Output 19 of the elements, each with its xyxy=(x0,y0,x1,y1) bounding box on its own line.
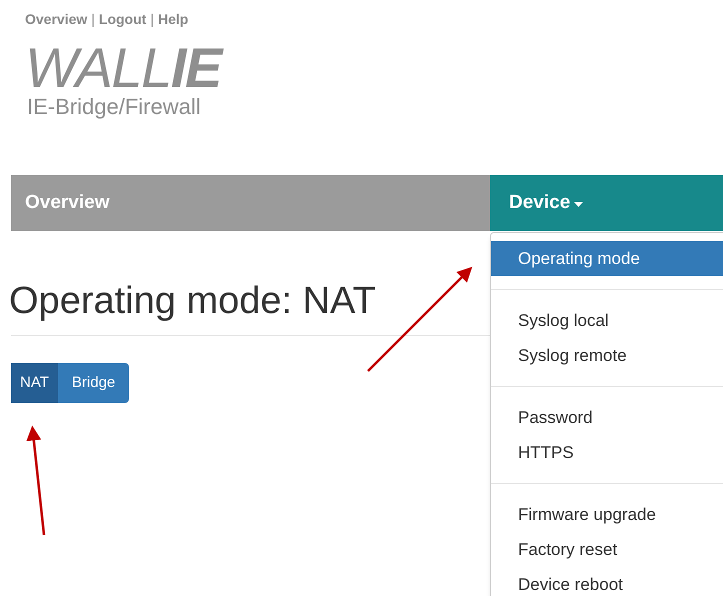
menu-item[interactable]: Device reboot xyxy=(491,567,723,596)
mode-button[interactable]: Bridge xyxy=(58,363,130,403)
logo-subtitle: IE-Bridge/Firewall xyxy=(27,94,202,120)
menu-item[interactable]: Factory reset xyxy=(491,532,723,567)
nav-tab[interactable]: Device xyxy=(490,175,723,231)
separator: | xyxy=(91,10,95,29)
menu-item[interactable]: Syslog local xyxy=(491,303,723,338)
menu-item[interactable]: Syslog remote xyxy=(491,338,723,373)
page-heading: Operating mode: NAT xyxy=(9,279,376,324)
logo: WALLIE xyxy=(25,42,723,94)
top-link[interactable]: Overview xyxy=(25,9,88,30)
menu-item[interactable]: Firmware upgrade xyxy=(491,497,723,532)
menu-item[interactable]: Operating mode xyxy=(491,241,723,276)
menu-item[interactable]: Password xyxy=(491,400,723,435)
separator: | xyxy=(150,10,154,29)
menu-item[interactable]: HTTPS xyxy=(491,435,723,470)
mode-button[interactable]: NAT xyxy=(11,363,58,403)
top-link[interactable]: Help xyxy=(158,9,188,30)
top-link[interactable]: Logout xyxy=(98,9,146,30)
